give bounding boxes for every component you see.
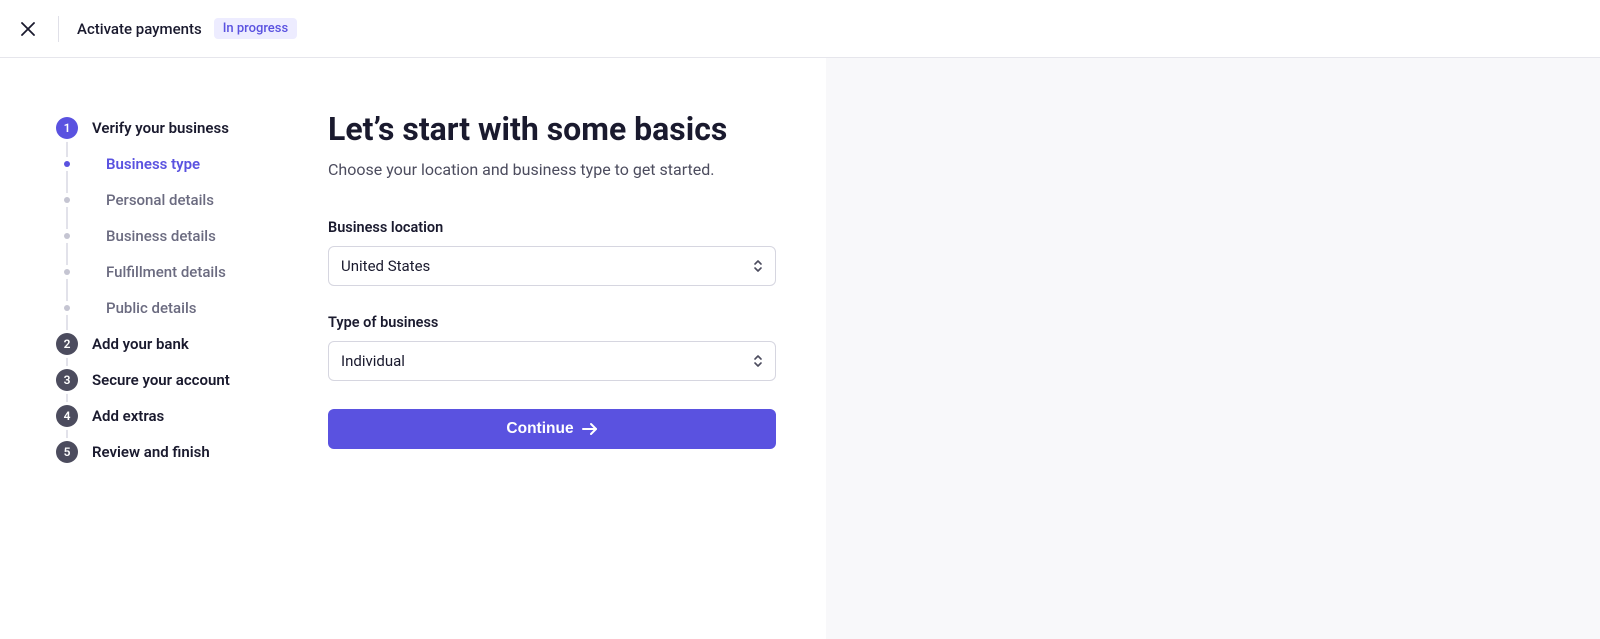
continue-button[interactable]: Continue	[328, 409, 776, 449]
select-value: Individual	[341, 352, 405, 370]
business-location-select[interactable]: United States	[328, 246, 776, 286]
step-label: Add extras	[92, 407, 164, 425]
select-value: United States	[341, 257, 430, 275]
step-nav: 1 Verify your business Business type Per…	[0, 58, 300, 639]
step-verify-business[interactable]: 1 Verify your business	[40, 110, 300, 146]
preview-pane	[826, 58, 1600, 639]
substep-label: Business details	[106, 227, 216, 245]
step-review-finish[interactable]: 5 Review and finish	[40, 434, 300, 470]
step-add-extras[interactable]: 4 Add extras	[40, 398, 300, 434]
business-type-select[interactable]: Individual	[328, 341, 776, 381]
substep-business-details[interactable]: Business details	[40, 218, 300, 254]
status-badge: In progress	[214, 18, 297, 39]
chevron-up-down-icon	[753, 259, 763, 273]
form-panel: Let’s start with some basics Choose your…	[300, 58, 826, 639]
substep-label: Business type	[106, 155, 200, 173]
substep-dot-icon	[64, 269, 70, 275]
page-title: Activate payments	[77, 20, 202, 38]
step-number: 1	[56, 117, 78, 139]
step-number: 4	[56, 405, 78, 427]
step-number: 3	[56, 369, 78, 391]
step-add-bank[interactable]: 2 Add your bank	[40, 326, 300, 362]
step-label: Secure your account	[92, 371, 230, 389]
substep-label: Public details	[106, 299, 196, 317]
continue-label: Continue	[506, 420, 573, 438]
substep-label: Personal details	[106, 191, 214, 209]
form-subheading: Choose your location and business type t…	[328, 160, 776, 179]
step-label: Review and finish	[92, 443, 210, 461]
substep-fulfillment-details[interactable]: Fulfillment details	[40, 254, 300, 290]
substep-dot-icon	[64, 305, 70, 311]
substep-dot-icon	[64, 161, 70, 167]
step-number: 2	[56, 333, 78, 355]
location-label: Business location	[328, 219, 776, 236]
form-heading: Let’s start with some basics	[328, 110, 776, 148]
step-secure-account[interactable]: 3 Secure your account	[40, 362, 300, 398]
substep-dot-icon	[64, 233, 70, 239]
business-type-label: Type of business	[328, 314, 776, 331]
close-icon	[21, 22, 35, 36]
arrow-right-icon	[582, 422, 598, 436]
header: Activate payments In progress	[0, 0, 1600, 58]
substep-business-type[interactable]: Business type	[40, 146, 300, 182]
chevron-up-down-icon	[753, 354, 763, 368]
header-divider	[58, 16, 59, 42]
step-number: 5	[56, 441, 78, 463]
substep-public-details[interactable]: Public details	[40, 290, 300, 326]
substep-dot-icon	[64, 197, 70, 203]
step-label: Verify your business	[92, 119, 229, 137]
step-label: Add your bank	[92, 335, 189, 353]
close-button[interactable]	[14, 15, 42, 43]
substep-label: Fulfillment details	[106, 263, 226, 281]
substep-personal-details[interactable]: Personal details	[40, 182, 300, 218]
